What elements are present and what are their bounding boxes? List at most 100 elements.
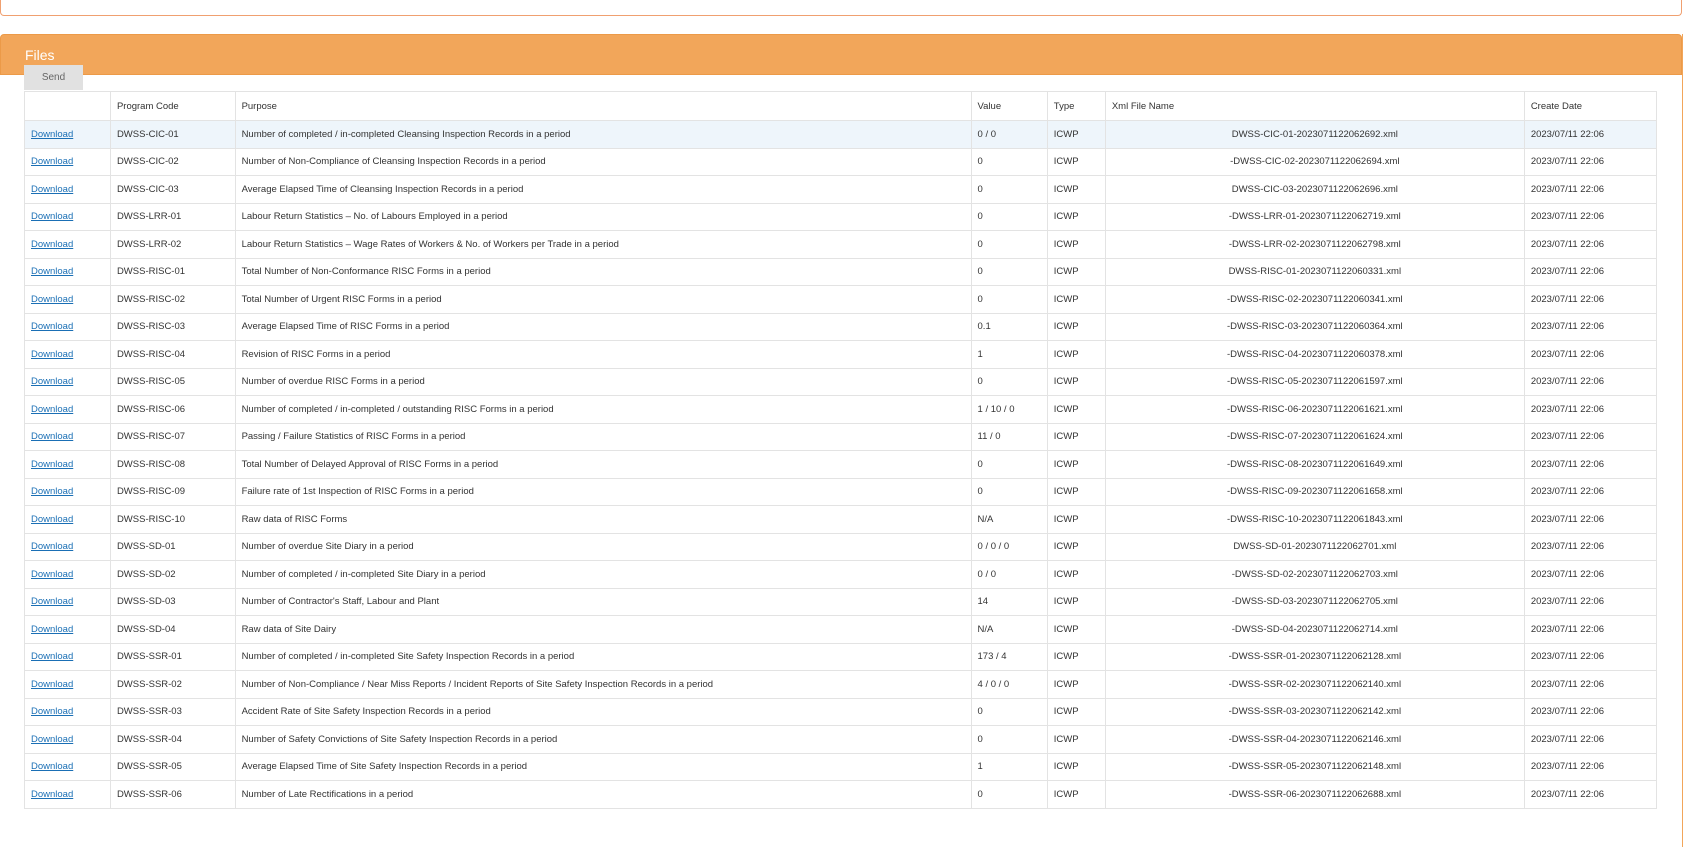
xml-file-name-cell: -DWSS-SSR-03-2023071122062142.xml — [1104, 697, 1525, 726]
download-link[interactable]: Download — [31, 376, 73, 387]
table-row: Download DWSS-RISC-08 Total Number of Dela… — [24, 450, 1658, 479]
files-table: Program Code Purpose Value Type Xml File… — [24, 91, 1658, 809]
program-code-cell: DWSS-SSR-04 — [109, 725, 236, 754]
column-header-purpose: Purpose — [234, 91, 972, 121]
xml-file-name-cell: -DWSS-SSR-06-2023071122062688.xml — [1104, 780, 1525, 809]
type-cell: ICWP — [1046, 725, 1106, 754]
type-cell: ICWP — [1046, 477, 1106, 506]
type-cell: ICWP — [1046, 587, 1106, 616]
download-link[interactable]: Download — [31, 486, 73, 497]
xml-file-name-cell: -DWSS-LRR-02-2023071122062798.xml — [1104, 230, 1525, 259]
value-cell: 14 — [970, 587, 1048, 616]
xml-file-name-cell: -DWSS-RISC-05-2023071122061597.xml — [1104, 367, 1525, 396]
value-cell: 0 — [970, 780, 1048, 809]
table-row: Download DWSS-LRR-01 Labour Return Statist… — [24, 202, 1658, 231]
type-cell: ICWP — [1046, 615, 1106, 644]
xml-file-name-cell: DWSS-SD-01-2023071122062701.xml — [1104, 532, 1525, 561]
table-row: Download DWSS-RISC-10 Raw data of RISC For… — [24, 505, 1658, 534]
program-code-cell: DWSS-LRR-02 — [109, 230, 236, 259]
download-link[interactable]: Download — [31, 569, 73, 580]
send-button[interactable]: Send — [24, 65, 83, 90]
type-cell: ICWP — [1046, 422, 1106, 451]
column-header-xml-file-name: Xml File Name — [1104, 91, 1525, 121]
download-cell: Download — [24, 312, 111, 341]
program-code-cell: DWSS-LRR-01 — [109, 202, 236, 231]
download-link[interactable]: Download — [31, 761, 73, 772]
download-link[interactable]: Download — [31, 541, 73, 552]
xml-file-name-cell: -DWSS-RISC-02-2023071122060341.xml — [1104, 285, 1525, 314]
download-link[interactable]: Download — [31, 239, 73, 250]
download-link[interactable]: Download — [31, 459, 73, 470]
download-link[interactable]: Download — [31, 679, 73, 690]
create-date-cell: 2023/07/11 22:06 — [1523, 395, 1658, 424]
download-link[interactable]: Download — [31, 404, 73, 415]
value-cell: 0 — [970, 697, 1048, 726]
create-date-cell: 2023/07/11 22:06 — [1523, 560, 1658, 589]
panel-title: Files — [0, 34, 1682, 75]
value-cell: 0 — [970, 230, 1048, 259]
xml-file-name-cell: DWSS-CIC-03-2023071122062696.xml — [1104, 175, 1525, 204]
create-date-cell: 2023/07/11 22:06 — [1523, 752, 1658, 781]
value-cell: 1 / 10 / 0 — [970, 395, 1048, 424]
create-date-cell: 2023/07/11 22:06 — [1523, 367, 1658, 396]
value-cell: 0 / 0 — [970, 560, 1048, 589]
download-cell: Download — [24, 587, 111, 616]
type-cell: ICWP — [1046, 780, 1106, 809]
type-cell: ICWP — [1046, 147, 1106, 176]
value-cell: 0.1 — [970, 312, 1048, 341]
download-link[interactable]: Download — [31, 706, 73, 717]
type-cell: ICWP — [1046, 560, 1106, 589]
create-date-cell: 2023/07/11 22:06 — [1523, 312, 1658, 341]
create-date-cell: 2023/07/11 22:06 — [1523, 230, 1658, 259]
download-link[interactable]: Download — [31, 184, 73, 195]
download-cell: Download — [24, 450, 111, 479]
download-link[interactable]: Download — [31, 624, 73, 635]
download-link[interactable]: Download — [31, 266, 73, 277]
download-cell: Download — [24, 230, 111, 259]
download-link[interactable]: Download — [31, 321, 73, 332]
download-link[interactable]: Download — [31, 211, 73, 222]
table-row: Download DWSS-SSR-04 Number of Safety Conv… — [24, 725, 1658, 754]
purpose-cell: Number of completed / in-completed Clean… — [234, 120, 972, 149]
purpose-cell: Accident Rate of Site Safety Inspection … — [234, 697, 972, 726]
download-link[interactable]: Download — [31, 129, 73, 140]
table-row: Download DWSS-RISC-01 Total Number of Non-… — [24, 257, 1658, 286]
program-code-cell: DWSS-SSR-06 — [109, 780, 236, 809]
download-link[interactable]: Download — [31, 514, 73, 525]
purpose-cell: Number of completed / in-completed Site … — [234, 642, 972, 671]
create-date-cell: 2023/07/11 22:06 — [1523, 422, 1658, 451]
download-cell: Download — [24, 532, 111, 561]
value-cell: 0 — [970, 257, 1048, 286]
download-link[interactable]: Download — [31, 156, 73, 167]
program-code-cell: DWSS-SSR-02 — [109, 670, 236, 699]
download-link[interactable]: Download — [31, 734, 73, 745]
download-link[interactable]: Download — [31, 294, 73, 305]
table-row: Download DWSS-RISC-07 Passing / Failure St… — [24, 422, 1658, 451]
download-link[interactable]: Download — [31, 789, 73, 800]
xml-file-name-cell: DWSS-RISC-01-2023071122060331.xml — [1104, 257, 1525, 286]
purpose-cell: Raw data of Site Dairy — [234, 615, 972, 644]
download-link[interactable]: Download — [31, 431, 73, 442]
top-panel — [0, 0, 1682, 16]
column-header — [24, 91, 111, 121]
download-cell: Download — [24, 202, 111, 231]
download-cell: Download — [24, 642, 111, 671]
table-row: Download DWSS-SD-02 Number of completed / … — [24, 560, 1658, 589]
xml-file-name-cell: -DWSS-SSR-02-2023071122062140.xml — [1104, 670, 1525, 699]
download-cell: Download — [24, 257, 111, 286]
download-link[interactable]: Download — [31, 596, 73, 607]
program-code-cell: DWSS-RISC-04 — [109, 340, 236, 369]
type-cell: ICWP — [1046, 752, 1106, 781]
create-date-cell: 2023/07/11 22:06 — [1523, 450, 1658, 479]
download-link[interactable]: Download — [31, 651, 73, 662]
create-date-cell: 2023/07/11 22:06 — [1523, 120, 1658, 149]
program-code-cell: DWSS-RISC-08 — [109, 450, 236, 479]
xml-file-name-cell: -DWSS-SSR-01-2023071122062128.xml — [1104, 642, 1525, 671]
download-link[interactable]: Download — [31, 349, 73, 360]
purpose-cell: Average Elapsed Time of Site Safety Insp… — [234, 752, 972, 781]
xml-file-name-cell: -DWSS-RISC-08-2023071122061649.xml — [1104, 450, 1525, 479]
type-cell: ICWP — [1046, 505, 1106, 534]
download-cell: Download — [24, 422, 111, 451]
create-date-cell: 2023/07/11 22:06 — [1523, 340, 1658, 369]
download-cell: Download — [24, 670, 111, 699]
